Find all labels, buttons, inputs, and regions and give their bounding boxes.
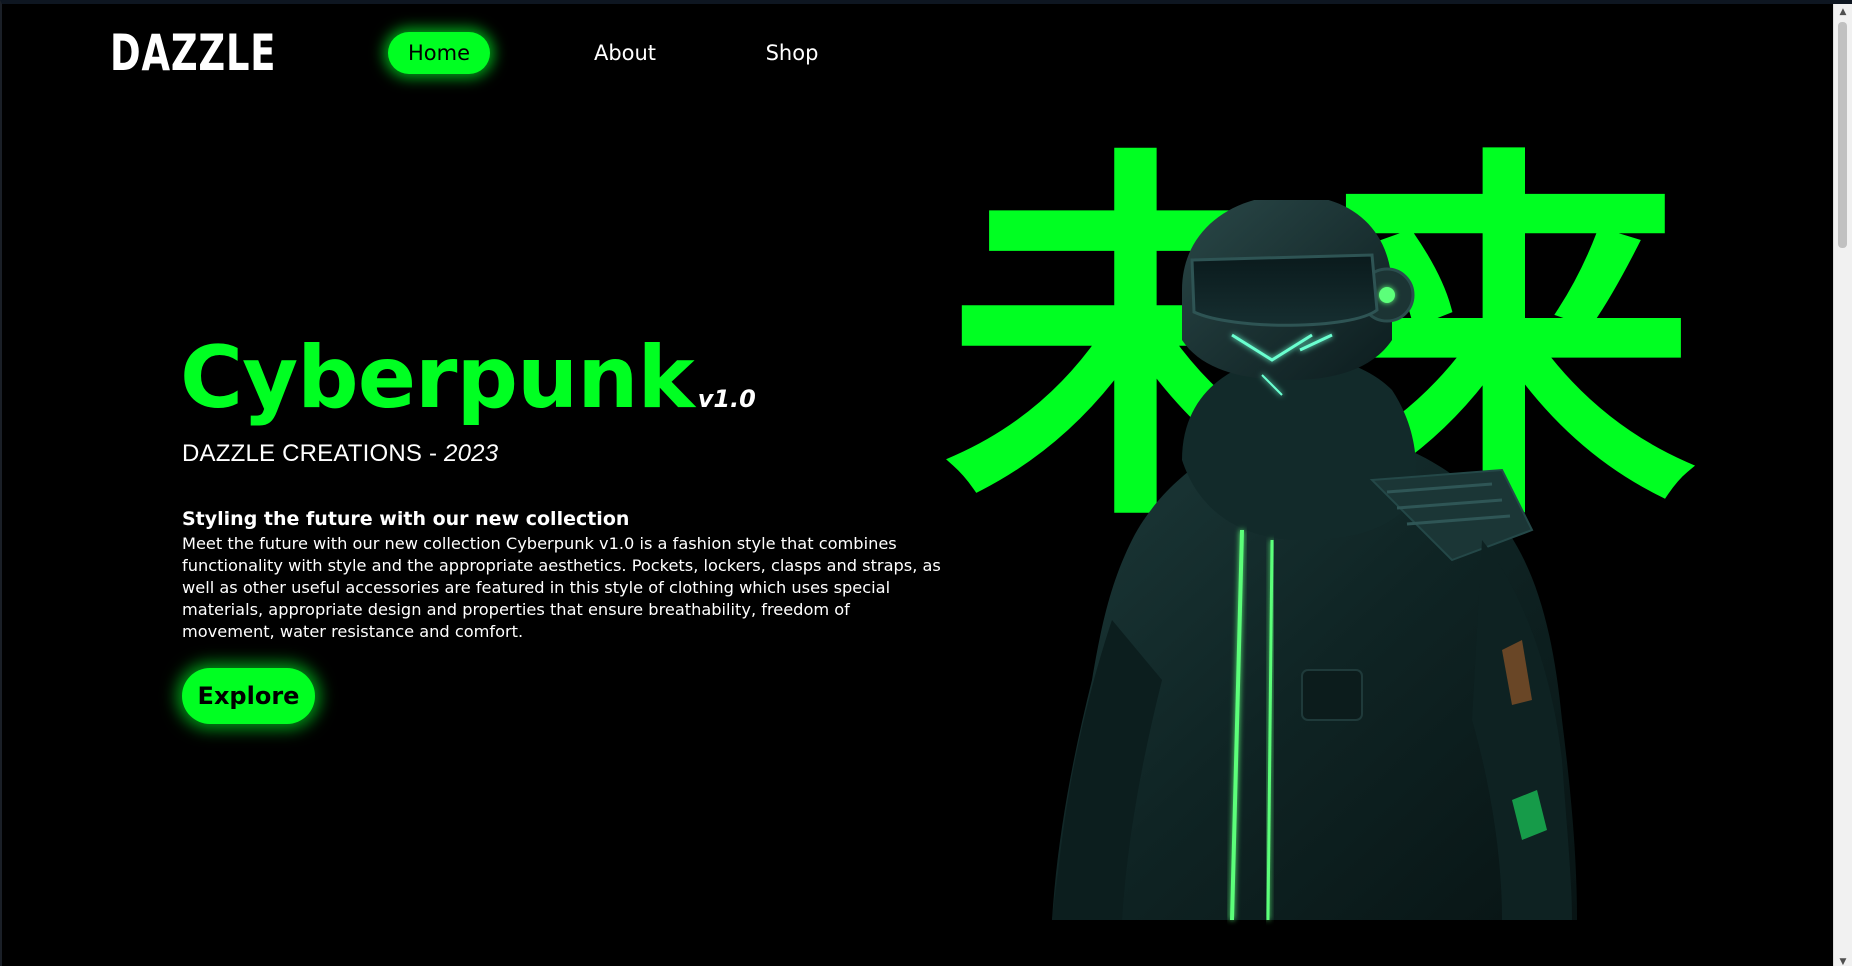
vertical-scrollbar[interactable]: ▲ ▼ bbox=[1833, 4, 1852, 966]
page: DAZZLE Home About Shop 未来 bbox=[0, 0, 1852, 966]
brand-logo[interactable]: DAZZLE bbox=[110, 24, 276, 82]
scroll-thumb[interactable] bbox=[1838, 22, 1847, 248]
explore-button[interactable]: Explore bbox=[182, 668, 315, 724]
hero-version: v1.0 bbox=[697, 385, 756, 413]
nav-item-about[interactable]: About bbox=[590, 32, 660, 74]
triangle-up-icon[interactable]: ▲ bbox=[1834, 4, 1852, 20]
nav-item-shop[interactable]: Shop bbox=[764, 32, 820, 74]
nav-item-home[interactable]: Home bbox=[388, 32, 490, 74]
collection-heading: Styling the future with our new collecti… bbox=[182, 508, 630, 530]
triangle-down-icon[interactable]: ▼ bbox=[1834, 954, 1852, 966]
hero-subtitle: DAZZLE CREATIONS - 2023 bbox=[182, 440, 498, 468]
hero-title: Cyberpunk bbox=[180, 328, 695, 428]
hero-subtitle-year: 2023 bbox=[444, 440, 499, 467]
collection-description: Meet the future with our new collection … bbox=[182, 534, 941, 641]
hero-title-group: Cyberpunk v1.0 bbox=[180, 328, 756, 428]
hero-subtitle-prefix: DAZZLE CREATIONS - bbox=[182, 440, 445, 467]
hero-model-image bbox=[1052, 200, 1577, 921]
